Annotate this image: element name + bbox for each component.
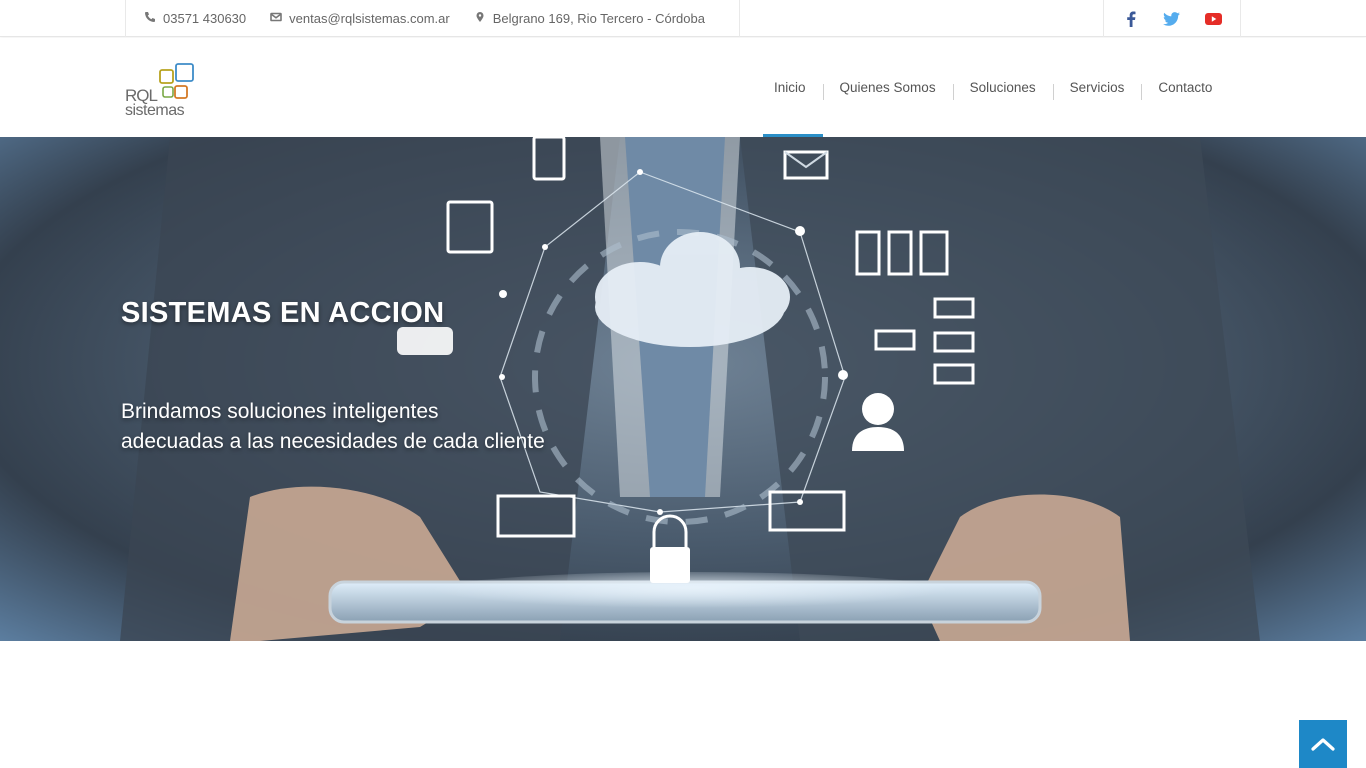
- twitter-icon[interactable]: [1162, 9, 1182, 29]
- brand-subname: sistemas: [125, 102, 185, 119]
- nav-item-soluciones[interactable]: Soluciones: [952, 38, 1053, 137]
- address-text: Belgrano 169, Rio Tercero - Córdoba: [492, 11, 705, 26]
- phone-number[interactable]: 03571 430630: [163, 11, 246, 26]
- top-bar: 03571 430630 ventas@rqlsistemas.com.ar B…: [0, 0, 1366, 37]
- chevron-up-icon: [1311, 738, 1335, 751]
- phone-icon: [144, 11, 156, 26]
- nav-item-contacto[interactable]: Contacto: [1141, 38, 1229, 137]
- phone-item: 03571 430630: [144, 11, 246, 26]
- site-header: RQL sistemas Inicio Quienes Somos Soluci…: [0, 38, 1366, 137]
- email-link[interactable]: ventas@rqlsistemas.com.ar: [289, 11, 450, 26]
- main-nav: Inicio Quienes Somos Soluciones Servicio…: [757, 38, 1229, 137]
- youtube-icon[interactable]: [1203, 9, 1223, 29]
- hero-illustration: [120, 137, 1260, 641]
- contact-info: 03571 430630 ventas@rqlsistemas.com.ar B…: [125, 0, 740, 37]
- nav-item-servicios[interactable]: Servicios: [1052, 38, 1142, 137]
- hero-subtitle-line-1: Brindamos soluciones inteligentes: [121, 400, 439, 423]
- envelope-icon: [270, 11, 282, 26]
- email-item: ventas@rqlsistemas.com.ar: [270, 11, 450, 26]
- hero-subtitle: Brindamos soluciones inteligentes adecua…: [121, 397, 641, 457]
- social-links: [1103, 0, 1241, 37]
- back-to-top-button[interactable]: [1299, 720, 1347, 768]
- nav-item-quienes-somos[interactable]: Quienes Somos: [822, 38, 953, 137]
- hero-title: SISTEMAS EN ACCION: [121, 297, 445, 329]
- hero-subtitle-line-2: adecuadas a las necesidades de cada clie…: [121, 430, 545, 453]
- hero-slider: SISTEMAS EN ACCION Brindamos soluciones …: [0, 137, 1366, 641]
- nav-item-inicio[interactable]: Inicio: [757, 38, 823, 137]
- map-marker-icon: [474, 11, 486, 26]
- facebook-icon[interactable]: [1121, 9, 1141, 29]
- address-item: Belgrano 169, Rio Tercero - Córdoba: [474, 11, 705, 26]
- brand-logo[interactable]: RQL sistemas: [123, 62, 203, 124]
